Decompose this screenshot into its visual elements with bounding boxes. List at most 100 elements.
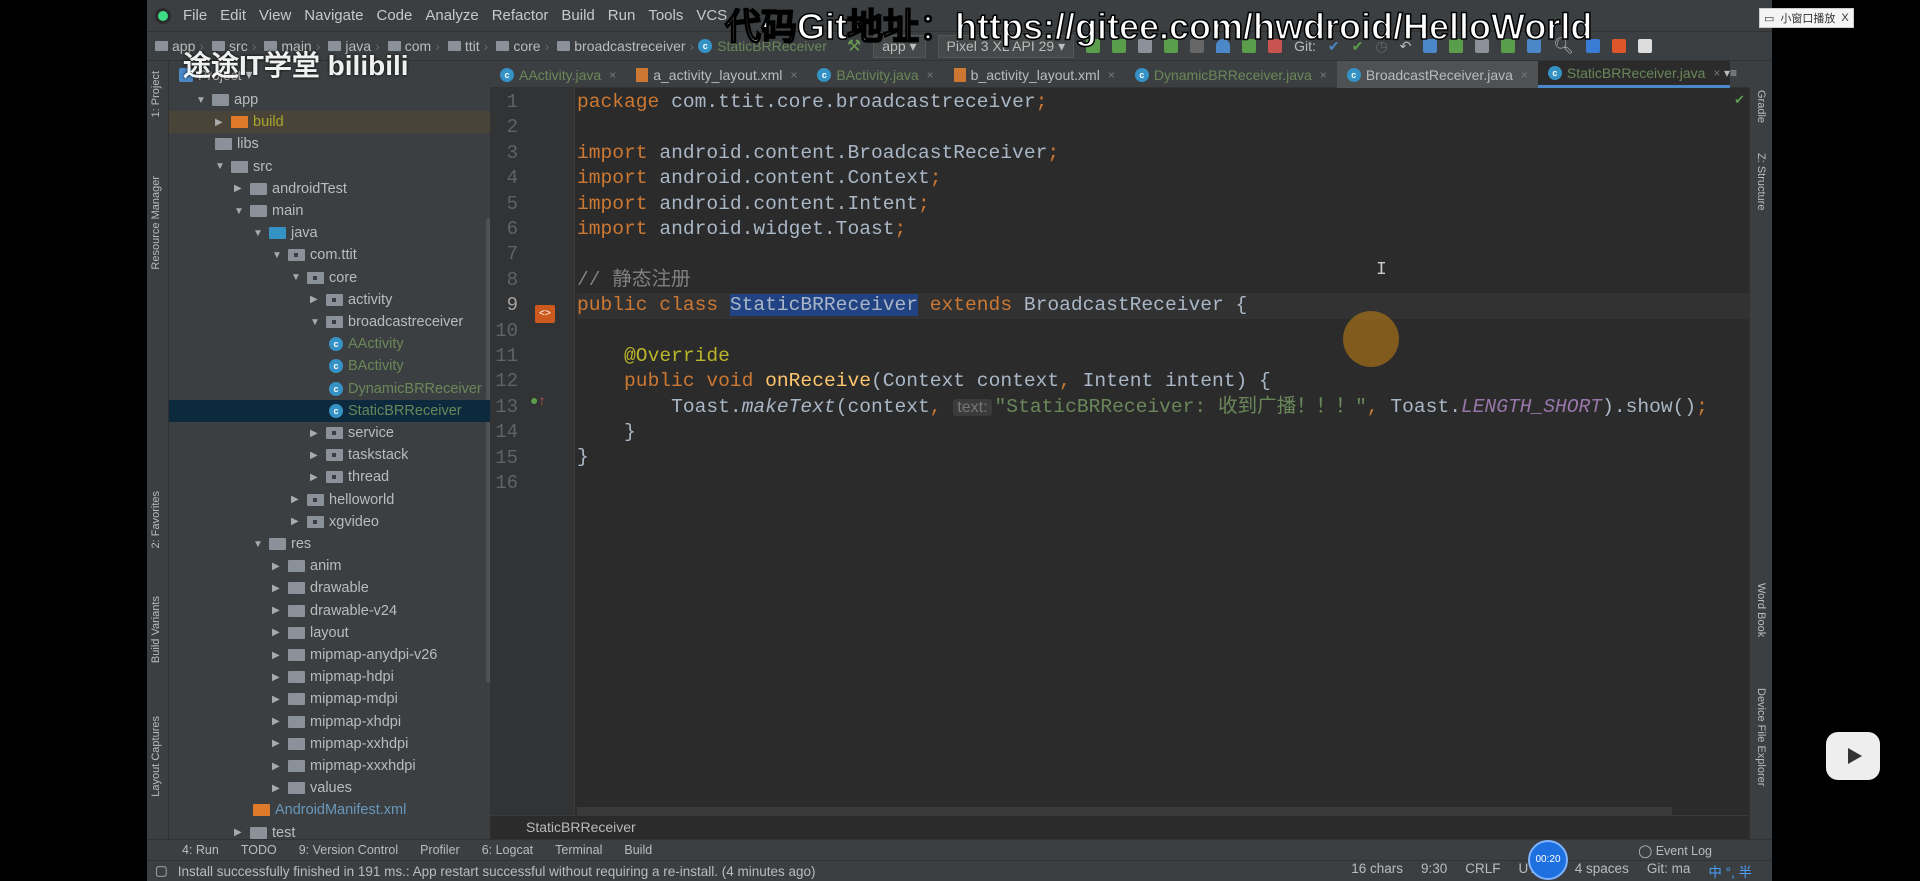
editor-breadcrumb[interactable]: StaticBRReceiver [490, 815, 1749, 839]
code-line[interactable]: import android.content.BroadcastReceiver… [577, 141, 1749, 166]
menu-run[interactable]: Run [608, 7, 636, 24]
status-message[interactable]: Install successfully finished in 191 ms.… [178, 864, 816, 879]
tree-item[interactable]: ▶ mipmap-xhdpi [169, 711, 490, 733]
tree-item[interactable]: ▶ drawable-v24 [169, 600, 490, 622]
code-line[interactable]: public class StaticBRReceiver extends Br… [577, 293, 1749, 319]
tree-item[interactable]: ▼ src [169, 156, 490, 178]
tool-window-versioncontrol[interactable]: 9: Version Control [299, 843, 398, 857]
menu-file[interactable]: File [183, 7, 207, 24]
tree-item[interactable]: ▶ values [169, 777, 490, 799]
tree-item[interactable]: ▼ res [169, 533, 490, 555]
collapsed-arrow-icon[interactable]: ▶ [272, 694, 288, 705]
strip-word-book[interactable]: Word Book [1755, 583, 1767, 637]
tree-item[interactable]: ▶ mipmap-xxxhdpi [169, 755, 490, 777]
tab-b-activity-layout-xml[interactable]: b_activity_layout.xml × [944, 61, 1125, 88]
collapsed-arrow-icon[interactable]: ▶ [272, 716, 288, 727]
tool-window-build[interactable]: Build [624, 843, 652, 857]
editor-horizontal-scrollbar[interactable] [577, 807, 1672, 815]
code-line[interactable]: import android.content.Context; [577, 166, 1749, 191]
tree-item[interactable]: ▶ xgvideo [169, 511, 490, 533]
tree-item[interactable]: libs [169, 133, 490, 155]
tree-item[interactable]: ▼ broadcastreceiver [169, 311, 490, 333]
collapsed-arrow-icon[interactable]: ▶ [234, 183, 250, 194]
menu-vcs[interactable]: VCS [696, 7, 727, 24]
expanded-arrow-icon[interactable]: ▼ [215, 161, 231, 172]
menu-refactor[interactable]: Refactor [492, 7, 549, 24]
collapsed-arrow-icon[interactable]: ▶ [272, 650, 288, 661]
breadcrumb-item[interactable]: broadcastreceiver [574, 38, 685, 54]
tab-list-icon[interactable]: ▾≡ [1724, 66, 1737, 80]
strip-favorites[interactable]: 2: Favorites [150, 491, 162, 548]
tree-item[interactable]: ▶ taskstack [169, 444, 490, 466]
status-toggle-icon[interactable]: ▢ [155, 863, 168, 879]
tree-item[interactable]: ▶ activity [169, 289, 490, 311]
tree-item[interactable]: ▼ app [169, 89, 490, 111]
expanded-arrow-icon[interactable]: ▼ [291, 272, 307, 283]
collapsed-arrow-icon[interactable]: ▶ [272, 761, 288, 772]
expanded-arrow-icon[interactable]: ▼ [253, 539, 269, 550]
code-line[interactable]: // 静态注册 [577, 268, 1749, 293]
collapsed-arrow-icon[interactable]: ▶ [234, 827, 250, 838]
strip-project[interactable]: 1: Project [150, 71, 162, 117]
close-tab-icon[interactable]: × [790, 68, 797, 82]
tool-window-profiler[interactable]: Profiler [420, 843, 460, 857]
tab-dynamicbrreceiver-java[interactable]: c DynamicBRReceiver.java × [1125, 61, 1337, 88]
code-line[interactable]: @Override [577, 344, 1749, 369]
close-tab-icon[interactable]: × [1108, 68, 1115, 82]
close-tab-icon[interactable]: × [1320, 68, 1327, 82]
tree-item[interactable]: ▶ mipmap-xxhdpi [169, 733, 490, 755]
collapsed-arrow-icon[interactable]: ▶ [310, 450, 326, 461]
tree-item[interactable]: ▼ main [169, 200, 490, 222]
code-line[interactable] [577, 242, 1749, 267]
tree-item[interactable]: c AActivity [169, 333, 490, 355]
code-line[interactable]: public void onReceive(Context context, I… [577, 369, 1749, 394]
code-line[interactable] [577, 471, 1749, 496]
collapsed-arrow-icon[interactable]: ▶ [291, 494, 307, 505]
tree-item[interactable]: ▶ mipmap-hdpi [169, 666, 490, 688]
tool-window-logcat[interactable]: 6: Logcat [482, 843, 533, 857]
tab-staticbrreceiver-java[interactable]: c StaticBRReceiver.java × [1537, 61, 1731, 88]
tree-item[interactable]: ▼ core [169, 267, 490, 289]
tree-item[interactable]: ▶ mipmap-anydpi-v26 [169, 644, 490, 666]
menu-analyze[interactable]: Analyze [425, 7, 478, 24]
tree-item[interactable]: ▼ java [169, 222, 490, 244]
collapsed-arrow-icon[interactable]: ▶ [272, 738, 288, 749]
tree-item[interactable]: ▶ anim [169, 555, 490, 577]
strip-device-file-explorer[interactable]: Device File Explorer [1755, 688, 1767, 786]
bilibili-tv-icon[interactable] [1826, 732, 1880, 780]
strip-gradle[interactable]: Gradle [1755, 90, 1767, 123]
close-tab-icon[interactable]: × [609, 68, 616, 82]
menu-tools[interactable]: Tools [648, 7, 683, 24]
tool-window-run[interactable]: 4: Run [182, 843, 219, 857]
pip-close-button[interactable]: X [1841, 12, 1848, 24]
collapsed-arrow-icon[interactable]: ▶ [310, 472, 326, 483]
tree-item[interactable]: c BActivity [169, 355, 490, 377]
event-log-button[interactable]: ◯ Event Log [1638, 843, 1712, 858]
code-line[interactable] [577, 115, 1749, 140]
picture-in-picture-button[interactable]: ▭ 小窗口播放 X [1759, 8, 1854, 28]
tree-item[interactable]: AndroidManifest.xml [169, 799, 490, 821]
tree-item[interactable]: ▶ androidTest [169, 178, 490, 200]
tab-broadcastreceiver-java[interactable]: c BroadcastReceiver.java × [1336, 61, 1538, 88]
line-separator[interactable]: CRLF [1465, 861, 1500, 881]
expanded-arrow-icon[interactable]: ▼ [310, 317, 326, 328]
code-line[interactable]: } [577, 420, 1749, 445]
tree-item[interactable]: ▼ com.ttit [169, 244, 490, 266]
collapsed-arrow-icon[interactable]: ▶ [272, 605, 288, 616]
close-tab-icon[interactable]: × [1521, 68, 1528, 82]
git-branch[interactable]: Git: ma [1647, 861, 1691, 881]
caret-position[interactable]: 9:30 [1421, 861, 1447, 881]
breadcrumb-item[interactable]: ttit [465, 38, 480, 54]
code-editor[interactable]: <> ●↑ 1 2 3 4 5 6 7 8 9 10 11 12 13 14 15 16 package co… [490, 88, 1749, 815]
tree-item[interactable]: ▶ mipmap-mdpi [169, 688, 490, 710]
collapsed-arrow-icon[interactable]: ▶ [291, 516, 307, 527]
strip-layout-captures[interactable]: Layout Captures [150, 716, 162, 797]
close-tab-icon[interactable]: × [1713, 66, 1720, 80]
menu-edit[interactable]: Edit [220, 7, 246, 24]
collapsed-arrow-icon[interactable]: ▶ [310, 428, 326, 439]
menu-navigate[interactable]: Navigate [304, 7, 363, 24]
expanded-arrow-icon[interactable]: ▼ [253, 228, 269, 239]
tree-item[interactable]: ▶ layout [169, 622, 490, 644]
collapsed-arrow-icon[interactable]: ▶ [272, 561, 288, 572]
tab-bactivity-java[interactable]: c BActivity.java × [807, 61, 943, 88]
